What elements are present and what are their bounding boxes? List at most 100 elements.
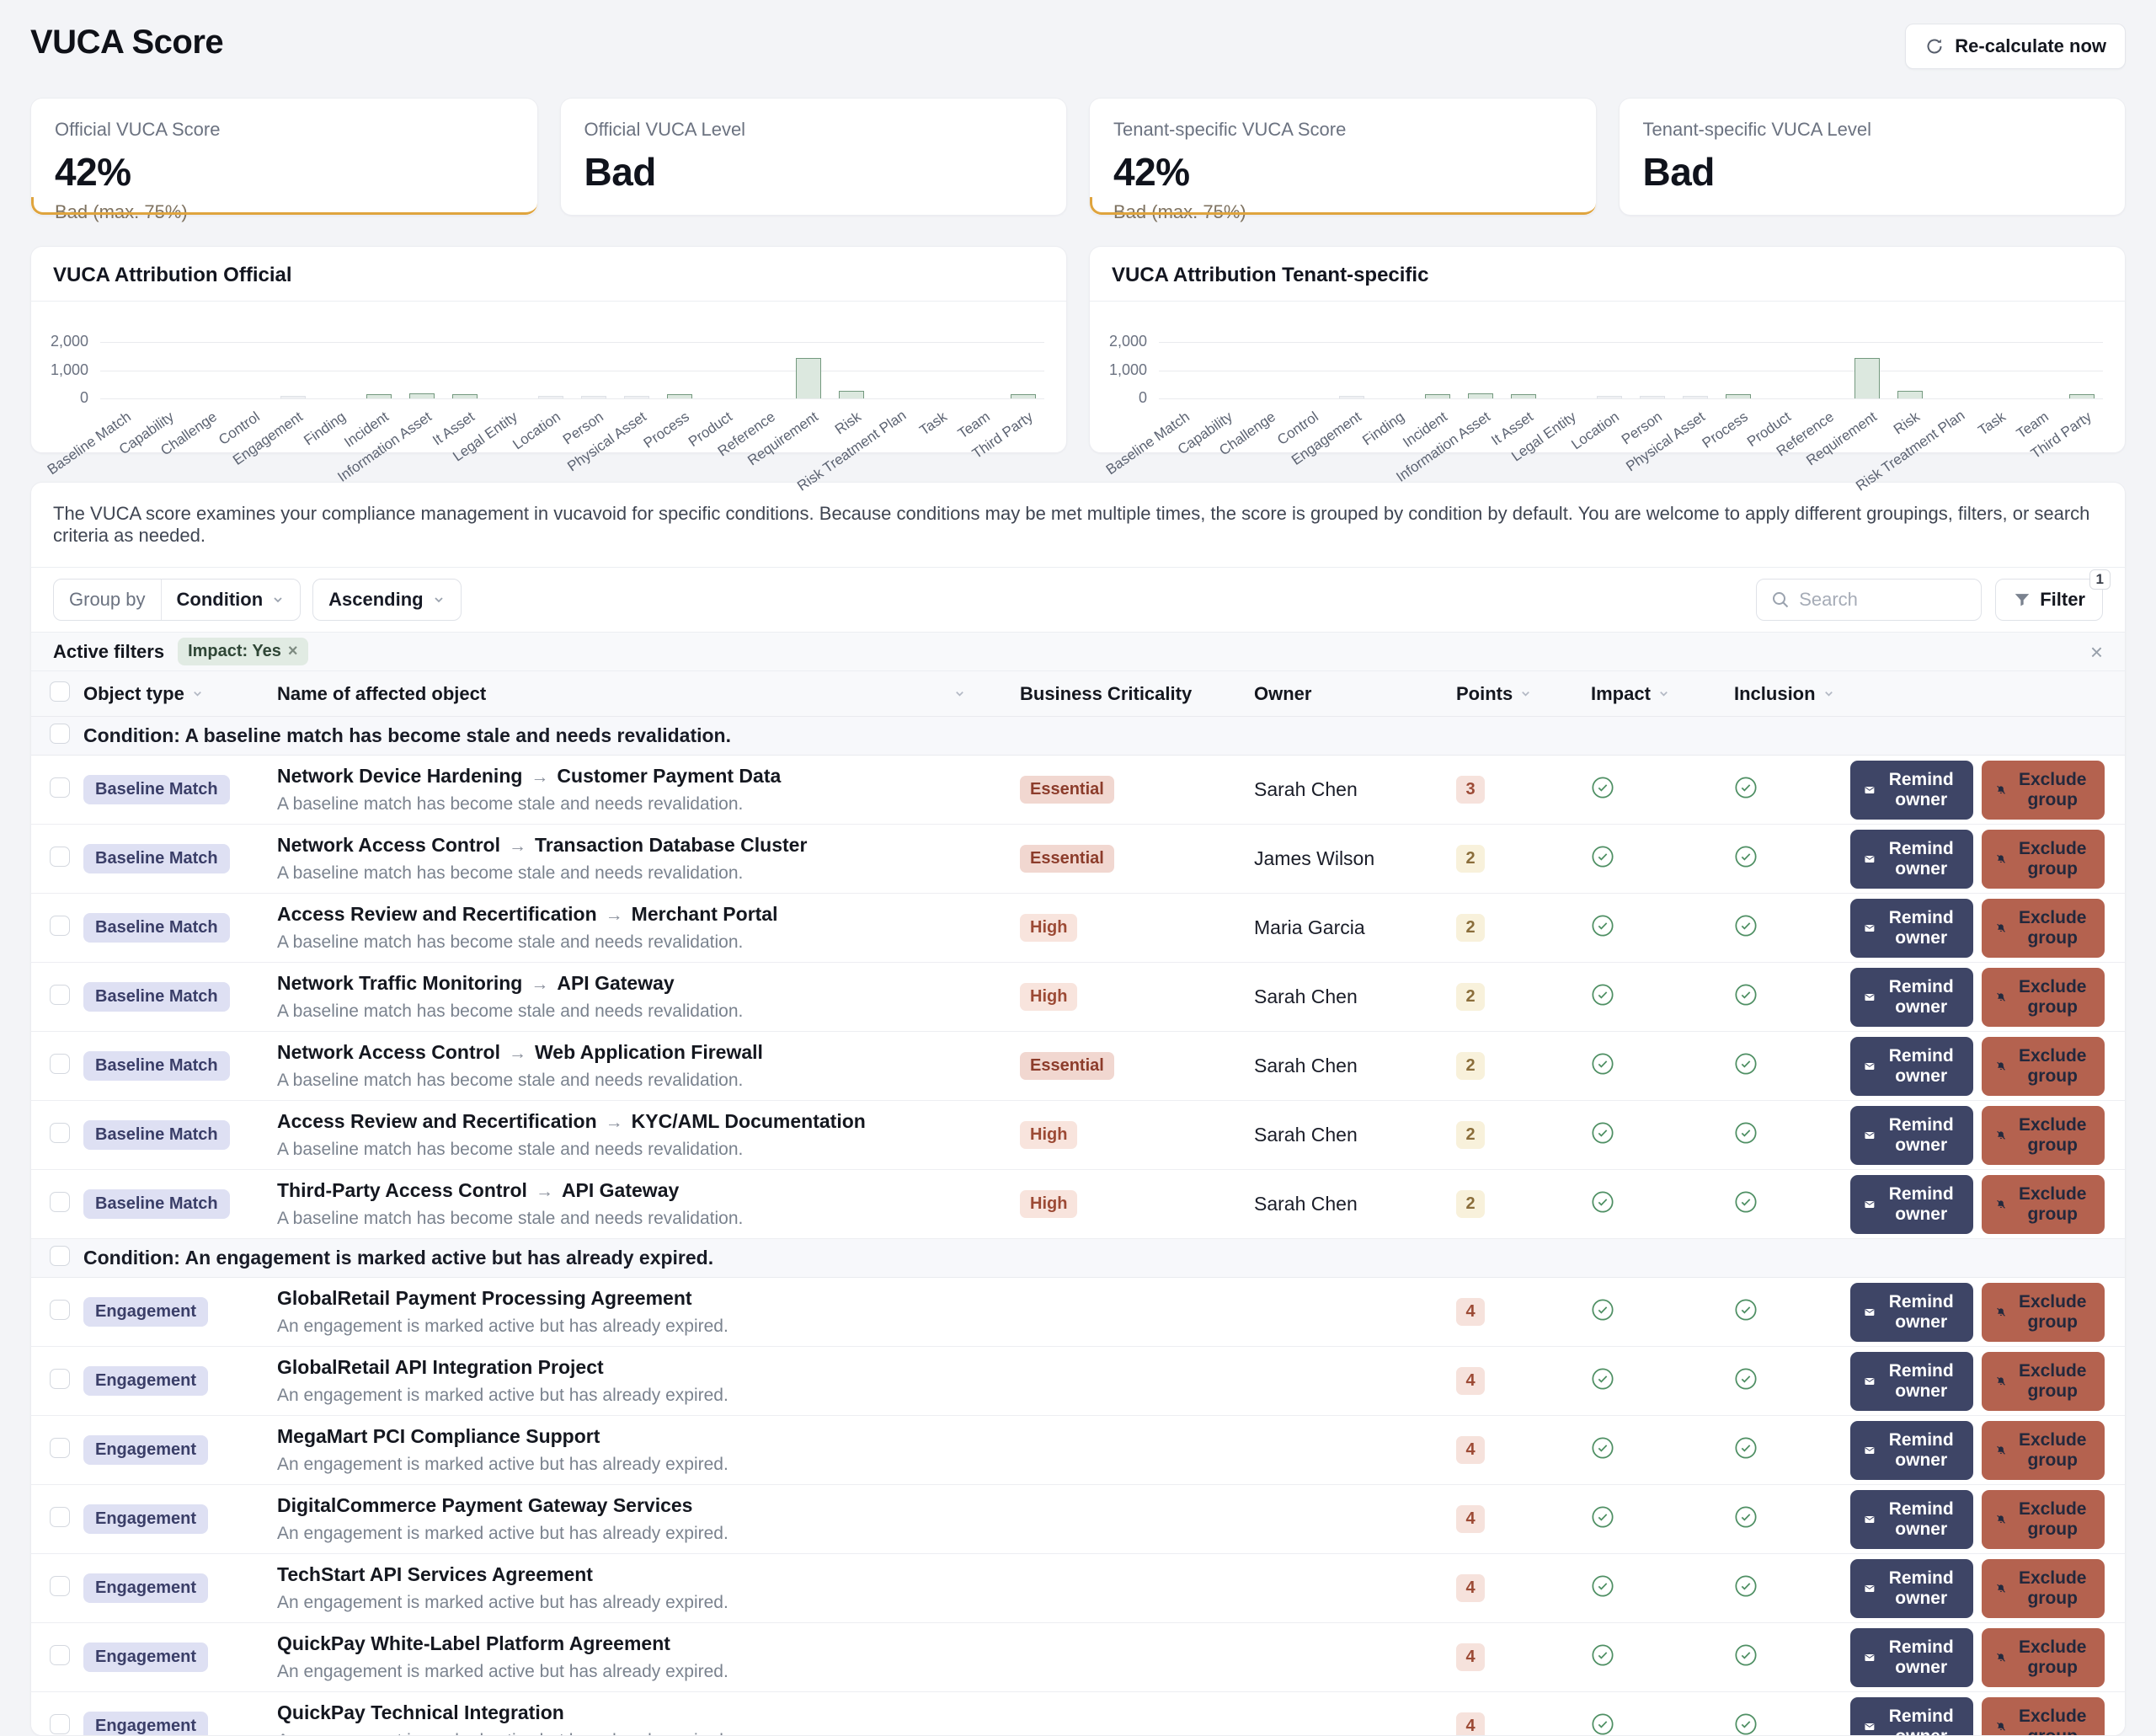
- exclude-group-button[interactable]: Exclude group: [1982, 1490, 2105, 1549]
- envelope-icon: [1864, 919, 1876, 937]
- affected-object-name[interactable]: Access Review and Recertification→KYC/AM…: [277, 1110, 978, 1133]
- row-checkbox[interactable]: [50, 1369, 70, 1389]
- row-checkbox[interactable]: [50, 1192, 70, 1212]
- affected-object-name[interactable]: Third-Party Access Control→API Gateway: [277, 1179, 978, 1202]
- inclusion-status: [1692, 776, 1850, 804]
- remind-owner-button[interactable]: Remind owner: [1850, 1421, 1973, 1480]
- remind-owner-button[interactable]: Remind owner: [1850, 1559, 1973, 1618]
- column-points[interactable]: Points: [1414, 683, 1549, 705]
- remind-owner-button[interactable]: Remind owner: [1850, 968, 1973, 1027]
- group-checkbox[interactable]: [50, 724, 70, 744]
- remind-owner-button[interactable]: Remind owner: [1850, 1628, 1973, 1687]
- row-checkbox[interactable]: [50, 1123, 70, 1143]
- bell-slash-icon: [1995, 919, 2007, 937]
- y-axis-tick-label: 2,000: [1097, 333, 1147, 350]
- group-by-dropdown[interactable]: Group by Condition: [53, 579, 301, 621]
- affected-object-name[interactable]: QuickPay White-Label Platform Agreement: [277, 1632, 978, 1655]
- row-checkbox[interactable]: [50, 1507, 70, 1527]
- affected-object-name[interactable]: MegaMart PCI Compliance Support: [277, 1425, 978, 1448]
- row-checkbox[interactable]: [50, 985, 70, 1005]
- check-circle-icon: [1591, 1643, 1614, 1667]
- check-circle-icon: [1734, 1574, 1758, 1598]
- condition-description: An engagement is marked active but has a…: [277, 1317, 978, 1337]
- search-input[interactable]: [1799, 589, 1967, 611]
- remind-owner-button[interactable]: Remind owner: [1850, 1037, 1973, 1096]
- row-checkbox[interactable]: [50, 1438, 70, 1458]
- row-checkbox[interactable]: [50, 1576, 70, 1596]
- remind-owner-button[interactable]: Remind owner: [1850, 1175, 1973, 1234]
- column-name[interactable]: Name of affected object: [277, 683, 978, 705]
- filter-button[interactable]: Filter 1: [1995, 579, 2103, 621]
- remind-owner-button[interactable]: Remind owner: [1850, 1490, 1973, 1549]
- affected-object-name[interactable]: GlobalRetail Payment Processing Agreemen…: [277, 1287, 978, 1310]
- envelope-icon: [1864, 1303, 1876, 1322]
- sort-order-dropdown[interactable]: Ascending: [312, 579, 461, 621]
- attribution-charts: VUCA Attribution Official 01,0002,000Bas…: [30, 246, 2126, 453]
- inclusion-status: [1692, 1574, 1850, 1602]
- arrow-icon: →: [500, 1044, 535, 1063]
- remind-owner-button[interactable]: Remind owner: [1850, 830, 1973, 889]
- affected-object-name[interactable]: Network Access Control→Web Application F…: [277, 1041, 978, 1064]
- exclude-group-button[interactable]: Exclude group: [1982, 1559, 2105, 1618]
- filter-chip-impact[interactable]: Impact: Yes ×: [178, 638, 308, 665]
- row-checkbox[interactable]: [50, 847, 70, 867]
- exclude-group-button[interactable]: Exclude group: [1982, 1421, 2105, 1480]
- remind-owner-button[interactable]: Remind owner: [1850, 899, 1973, 958]
- recalculate-button[interactable]: Re-calculate now: [1905, 24, 2126, 69]
- exclude-group-button[interactable]: Exclude group: [1982, 1175, 2105, 1234]
- check-circle-icon: [1591, 1712, 1614, 1736]
- remind-owner-button[interactable]: Remind owner: [1850, 1106, 1973, 1165]
- row-checkbox[interactable]: [50, 1054, 70, 1074]
- remove-filter-icon[interactable]: ×: [288, 642, 298, 661]
- remind-owner-button[interactable]: Remind owner: [1850, 1283, 1973, 1342]
- bell-slash-icon: [1995, 1579, 2007, 1598]
- row-checkbox[interactable]: [50, 1714, 70, 1734]
- exclude-group-button[interactable]: Exclude group: [1982, 1283, 2105, 1342]
- exclude-group-button[interactable]: Exclude group: [1982, 1697, 2105, 1736]
- table-row: Baseline Match Network Access Control→Tr…: [31, 825, 2125, 894]
- condition-group-row: Condition: An engagement is marked activ…: [31, 1239, 2125, 1278]
- exclude-group-button[interactable]: Exclude group: [1982, 1106, 2105, 1165]
- affected-object-name[interactable]: Network Access Control→Transaction Datab…: [277, 834, 978, 857]
- sort-chevron-icon: [1657, 687, 1670, 700]
- affected-object-name[interactable]: GlobalRetail API Integration Project: [277, 1356, 978, 1379]
- affected-object-name[interactable]: DigitalCommerce Payment Gateway Services: [277, 1494, 978, 1517]
- affected-object-name[interactable]: Access Review and Recertification→Mercha…: [277, 903, 978, 926]
- column-object-type[interactable]: Object type: [83, 683, 277, 705]
- affected-object-name[interactable]: QuickPay Technical Integration: [277, 1701, 978, 1724]
- column-impact[interactable]: Impact: [1549, 683, 1692, 705]
- exclude-group-button[interactable]: Exclude group: [1982, 1037, 2105, 1096]
- exclude-group-button[interactable]: Exclude group: [1982, 1352, 2105, 1411]
- table-row: Baseline Match Network Traffic Monitorin…: [31, 963, 2125, 1032]
- exclude-group-button[interactable]: Exclude group: [1982, 761, 2105, 820]
- affected-object-name[interactable]: TechStart API Services Agreement: [277, 1563, 978, 1586]
- group-checkbox[interactable]: [50, 1246, 70, 1266]
- bell-slash-icon: [1995, 1057, 2007, 1076]
- search-icon: [1770, 590, 1790, 610]
- remind-owner-button[interactable]: Remind owner: [1850, 761, 1973, 820]
- exclude-group-button[interactable]: Exclude group: [1982, 968, 2105, 1027]
- affected-object-name[interactable]: Network Device Hardening→Customer Paymen…: [277, 765, 978, 788]
- envelope-icon: [1864, 1717, 1876, 1736]
- exclude-group-button[interactable]: Exclude group: [1982, 1628, 2105, 1687]
- check-circle-icon: [1591, 983, 1614, 1007]
- criticality-badge: High: [1020, 983, 1077, 1011]
- row-checkbox[interactable]: [50, 777, 70, 798]
- row-checkbox[interactable]: [50, 1300, 70, 1320]
- exclude-group-button[interactable]: Exclude group: [1982, 899, 2105, 958]
- column-inclusion[interactable]: Inclusion: [1692, 683, 1850, 705]
- impact-status: [1549, 1712, 1692, 1736]
- select-all-checkbox[interactable]: [50, 681, 70, 702]
- chart-title: VUCA Attribution Tenant-specific: [1090, 247, 2125, 301]
- remind-owner-button[interactable]: Remind owner: [1850, 1352, 1973, 1411]
- condition-label: Condition: An engagement is marked activ…: [83, 1247, 2125, 1269]
- row-checkbox[interactable]: [50, 916, 70, 936]
- clear-filters-icon[interactable]: ×: [2090, 641, 2103, 663]
- exclude-group-button[interactable]: Exclude group: [1982, 830, 2105, 889]
- score-cards: Official VUCA Score 42% Bad (max. 75%) O…: [30, 98, 2126, 216]
- card-tenant-level: Tenant-specific VUCA Level Bad: [1619, 98, 2127, 216]
- affected-object-name[interactable]: Network Traffic Monitoring→API Gateway: [277, 972, 978, 995]
- sort-chevron-icon: [1519, 687, 1532, 700]
- row-checkbox[interactable]: [50, 1645, 70, 1665]
- remind-owner-button[interactable]: Remind owner: [1850, 1697, 1973, 1736]
